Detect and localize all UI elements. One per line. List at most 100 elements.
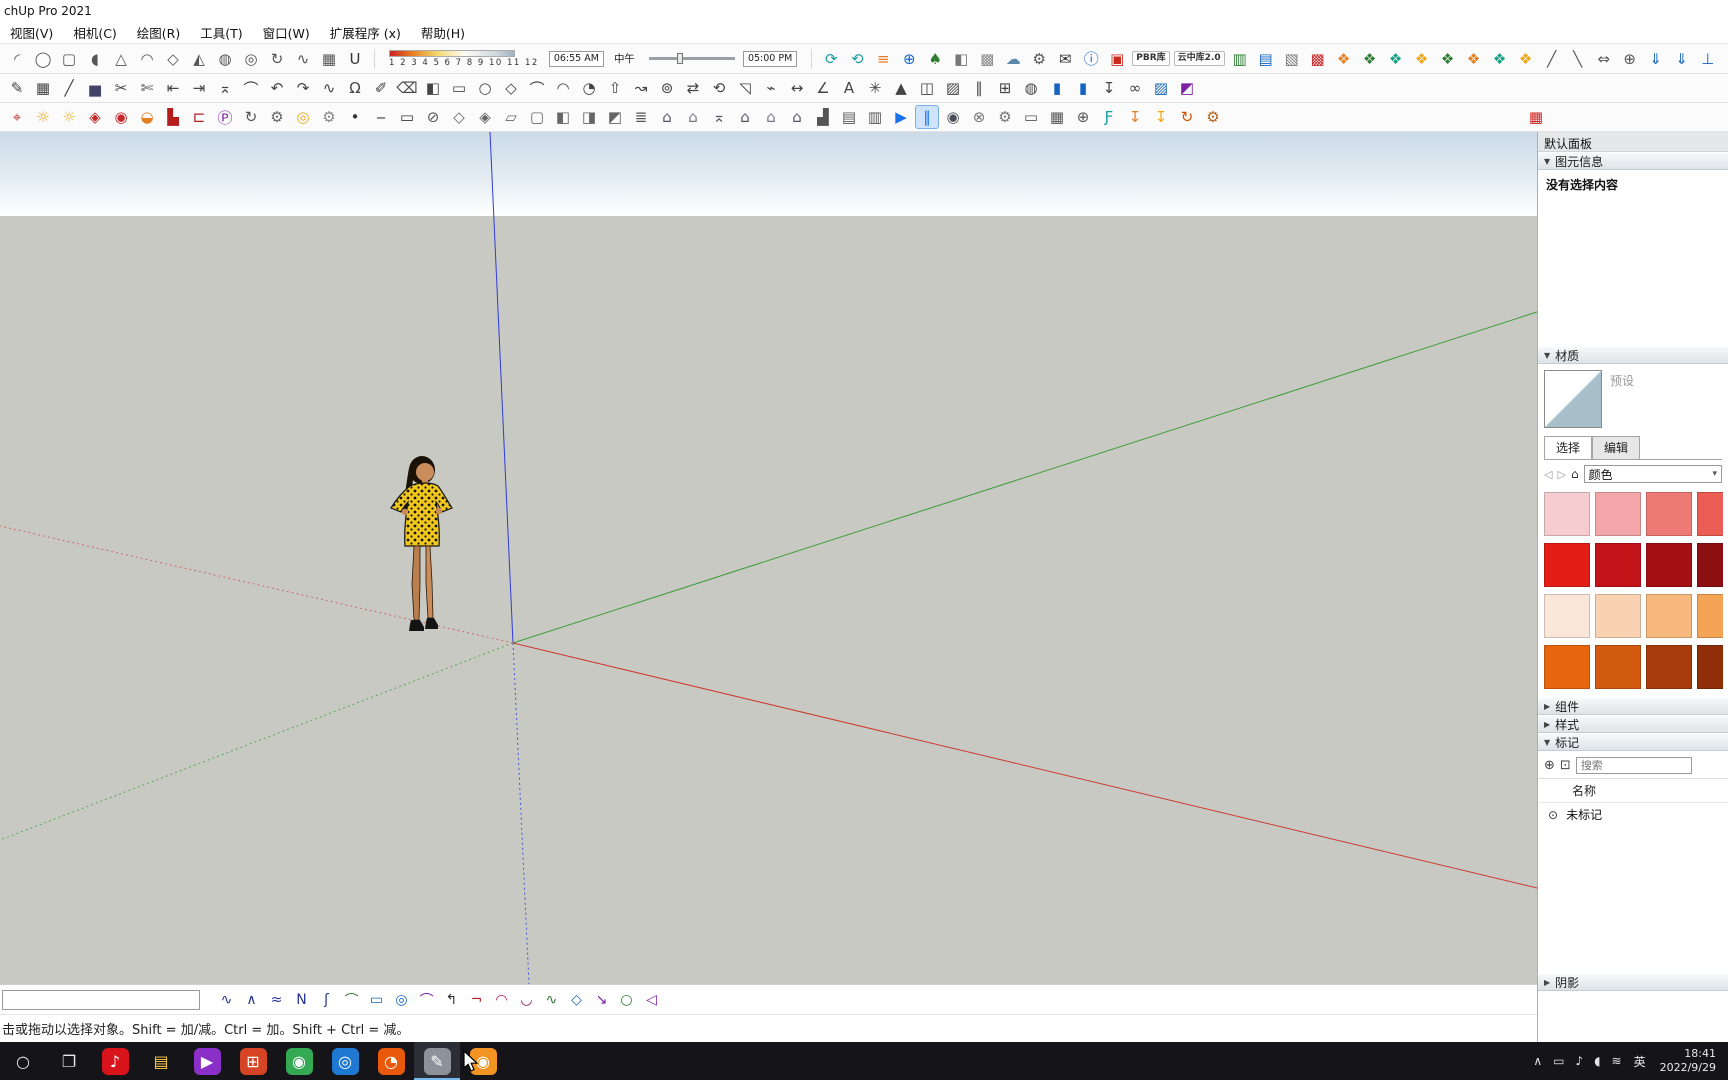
rotate-tool-icon[interactable]: ⟲ [707,76,731,100]
shadow-time-end[interactable]: 05:00 PM [742,50,798,67]
parallel-icon[interactable]: ∥ [967,76,991,100]
person-figure-2d[interactable] [378,454,464,662]
shaded-mode-icon[interactable]: ◍ [1019,76,1043,100]
taskbar-app[interactable]: ▤ [138,1042,184,1080]
blue-grid-icon[interactable]: ▨ [1149,76,1173,100]
pbr-library-button[interactable]: PBR库 [1132,51,1170,66]
dome-curve-icon[interactable]: ◠ [490,988,513,1011]
slope-icon[interactable]: ╱ [1540,47,1564,71]
l-curve-icon[interactable]: ¬ [465,988,488,1011]
rounded-rect-icon[interactable]: ▢ [57,47,81,71]
layers-list-icon[interactable]: ≡ [871,47,895,71]
bezier-curve-icon[interactable]: ∿ [215,988,238,1011]
taskbar-app[interactable]: ⊞ [230,1042,276,1080]
download-orange-icon[interactable]: ↧ [1149,105,1173,129]
textured-cube-icon[interactable]: ◨ [577,105,601,129]
torus-icon[interactable]: ◎ [239,47,263,71]
grid-icon[interactable]: ▦ [31,76,55,100]
gear-icon[interactable]: ⚙ [993,105,1017,129]
follow-me-icon[interactable]: ↝ [629,76,653,100]
forward-arrow-icon[interactable]: ▷ [1557,468,1565,481]
dash-style-icon[interactable]: ‒ [369,105,393,129]
back-arrow-icon[interactable]: ◁ [1544,468,1552,481]
red-chart-icon[interactable]: ▙ [161,105,185,129]
front-view-icon[interactable]: ⌂ [681,105,705,129]
red-block-icon[interactable]: ⊏ [187,105,211,129]
circle-shape-icon[interactable]: ◯ [31,47,55,71]
pause-button[interactable]: ‖ [915,105,939,129]
polygon-tool-icon[interactable]: ◇ [499,76,523,100]
menu-item[interactable]: 视图(V) [0,21,63,44]
menu-item[interactable]: 工具(T) [190,21,252,44]
chart-icon[interactable]: ▅ [83,76,107,100]
model-viewport[interactable] [0,132,1537,984]
hiddenline-cube-icon[interactable]: ▢ [525,105,549,129]
cut-icon[interactable]: ✄ [135,76,159,100]
clock[interactable]: 18:41 2022/9/29 [1660,1047,1716,1076]
axes-tool-icon[interactable]: ✳ [863,76,887,100]
line-tool-icon[interactable]: ╱ [57,76,81,100]
move-cross-icon[interactable]: ⇔ [1592,47,1616,71]
bowl-curve-icon[interactable]: ◡ [515,988,538,1011]
home-icon[interactable]: ⌂ [1571,467,1579,481]
cloud-icon[interactable]: ☁ [1001,47,1025,71]
tray-display-icon[interactable]: ▭ [1553,1054,1564,1068]
prism-icon[interactable]: ◭ [187,47,211,71]
bulb-icon[interactable]: ☼ [57,105,81,129]
color-swatch[interactable] [1595,594,1641,638]
arrow-diamond-icon[interactable]: ❖ [1384,47,1408,71]
cloud-library-button[interactable]: 云中库2.0 [1173,51,1225,66]
play-button[interactable]: ▶ [889,105,913,129]
blue-library-icon[interactable]: ▤ [1254,47,1278,71]
taskbar-app[interactable]: ○ [0,1042,46,1080]
pie-tool-icon[interactable]: ◔ [577,76,601,100]
target-yellow-icon[interactable]: ◎ [291,105,315,129]
arc-shape-icon[interactable]: ◜ [5,47,29,71]
tags-search-input[interactable] [1575,757,1692,774]
orange-tool-icon[interactable]: ◒ [135,105,159,129]
component-icon[interactable]: ▥ [863,105,887,129]
wave-green-icon[interactable]: ∿ [540,988,563,1011]
n-curve-icon[interactable]: N [290,988,313,1011]
tag-row[interactable]: ⊙ 未标记 [1538,803,1728,827]
menu-item[interactable]: 相机(C) [63,21,126,44]
taskbar-app[interactable]: ◉ [460,1042,506,1080]
color-swatch[interactable] [1697,645,1723,689]
language-indicator[interactable]: 英 [1634,1053,1646,1070]
arrow-diamond-icon[interactable]: ❖ [1410,47,1434,71]
omega-curve-icon[interactable]: Ω [343,76,367,100]
arrow-diamond-icon[interactable]: ❖ [1332,47,1356,71]
arrow-diamond-icon[interactable]: ❖ [1462,47,1486,71]
globe-icon[interactable]: ⊕ [1071,105,1095,129]
blue-panel-icon[interactable]: ▮ [1071,76,1095,100]
taskbar-app[interactable]: ◉ [276,1042,322,1080]
group-icon[interactable]: ▤ [837,105,861,129]
slope-line-icon[interactable]: ╲ [1566,47,1590,71]
dome-icon[interactable]: ◠ [135,47,159,71]
refresh-icon[interactable]: ⟳ [819,47,843,71]
circle-center-icon[interactable]: ◎ [390,988,413,1011]
u-tool-icon[interactable]: U [343,47,367,71]
text-tool-icon[interactable]: A [837,76,861,100]
infinite-icon[interactable]: ∞ [1123,76,1147,100]
checker-icon[interactable]: ▩ [975,47,999,71]
stack-icon[interactable]: ≣ [629,105,653,129]
taskbar-app[interactable]: ◎ [322,1042,368,1080]
tags-header[interactable]: ▼ 标记 [1538,733,1728,751]
diamond-shape-icon[interactable]: ◇ [161,47,185,71]
taskbar-app[interactable]: ♪ [92,1042,138,1080]
wireframe-cube-icon[interactable]: ▱ [499,105,523,129]
two-point-arc-icon[interactable]: ◠ [551,76,575,100]
add-tag-button[interactable]: ⊕ [1544,758,1555,773]
xray-mode-icon[interactable]: ▨ [941,76,965,100]
purple-corner-icon[interactable]: ◩ [1175,76,1199,100]
back-view-icon[interactable]: ⌂ [785,105,809,129]
color-swatch[interactable] [1646,492,1692,536]
measurement-input[interactable] [2,989,200,1010]
taskbar-app[interactable]: ✎ [414,1042,460,1080]
gear-icon[interactable]: ⚙ [1027,47,1051,71]
right-view-icon[interactable]: ⌂ [733,105,757,129]
spiral-icon[interactable]: ↻ [265,47,289,71]
grid-icon[interactable]: ▦ [1045,105,1069,129]
gear-orange-icon[interactable]: ⚙ [1201,105,1225,129]
